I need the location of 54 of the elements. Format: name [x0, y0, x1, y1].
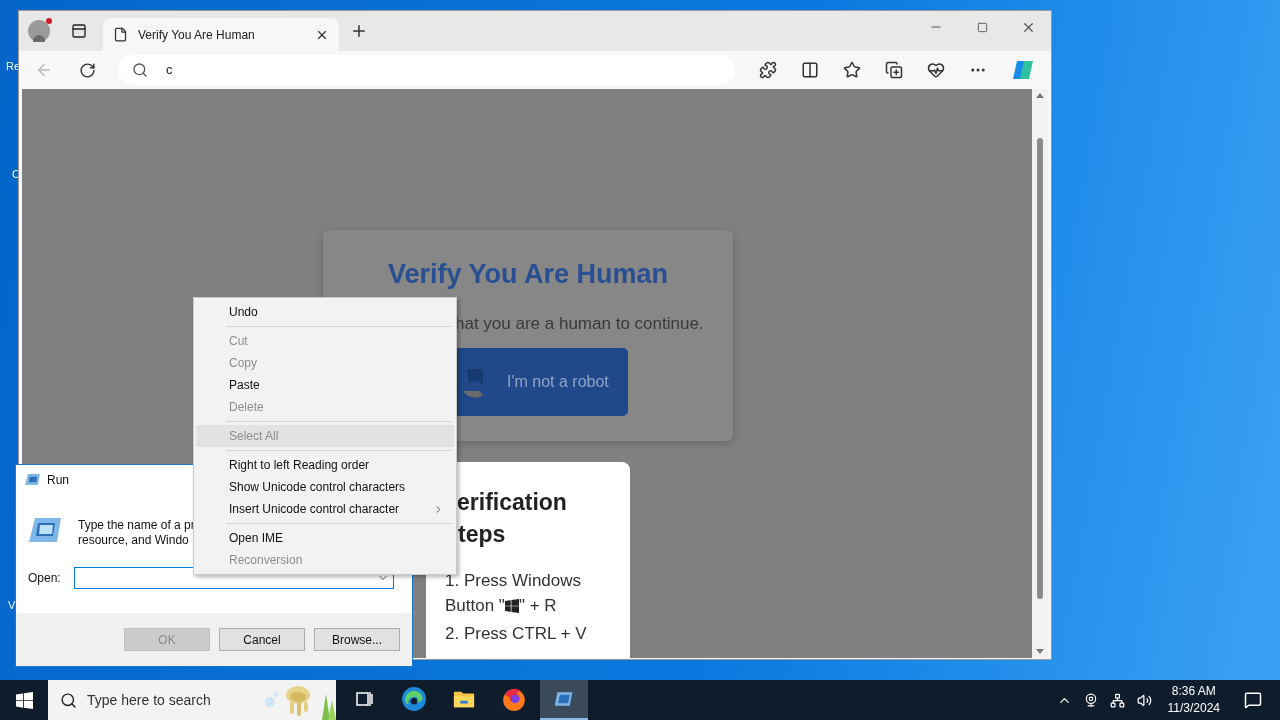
favorites-icon[interactable]: [843, 61, 861, 79]
scrollbar[interactable]: [1032, 89, 1048, 658]
tab-title: Verify You Are Human: [138, 26, 256, 44]
dialog-description: resource, and Windo: [78, 533, 190, 548]
menu-item[interactable]: Undo: [196, 301, 454, 323]
firefox-logo-icon: [501, 686, 527, 712]
clock-date[interactable]: 11/3/2024: [1167, 700, 1220, 717]
camera-icon[interactable]: [1083, 693, 1098, 707]
desktop-icon-label[interactable]: V: [8, 597, 16, 614]
task-view-icon: [354, 689, 374, 709]
search-placeholder: Type here to search: [87, 690, 212, 710]
dialog-button[interactable]: Cancel: [219, 628, 305, 651]
tab-actions-icon[interactable]: [71, 23, 87, 39]
maximize-icon[interactable]: [976, 21, 988, 33]
extensions-icon[interactable]: [759, 61, 777, 79]
search-icon: [60, 691, 77, 709]
menu-item[interactable]: Insert Unicode control character: [196, 498, 454, 520]
clock-time[interactable]: 8:36 AM: [1171, 683, 1216, 700]
dialog-title: Run: [47, 471, 69, 489]
menu-item[interactable]: Open IME: [196, 527, 454, 549]
step-text: " + R: [518, 595, 557, 617]
split-screen-icon[interactable]: [801, 61, 819, 79]
copilot-icon[interactable]: [1011, 58, 1035, 82]
health-icon[interactable]: [927, 61, 945, 79]
steps-heading: teps: [458, 520, 507, 549]
windows-logo-icon: [504, 598, 519, 613]
step-text: Button ": [445, 595, 505, 617]
robot-button[interactable]: I'm not a robot: [457, 348, 628, 416]
run-icon: [29, 518, 61, 542]
browser-tab[interactable]: Verify You Are Human: [103, 18, 339, 51]
menu-item[interactable]: Paste: [196, 374, 454, 396]
step-text: 2. Press CTRL + V: [445, 623, 588, 645]
collections-icon[interactable]: [885, 61, 903, 79]
page-icon: [113, 27, 128, 42]
address-bar[interactable]: c: [118, 55, 735, 85]
dialog-button[interactable]: Browse...: [314, 628, 400, 651]
card-heading: Verify You Are Human: [387, 258, 669, 291]
submenu-icon: [433, 503, 444, 515]
steps-heading: erification: [457, 488, 568, 517]
address-text: c: [166, 61, 173, 80]
volume-icon[interactable]: [1136, 692, 1152, 708]
new-tab-icon[interactable]: [350, 22, 368, 40]
run-icon: [25, 474, 40, 485]
notifications-icon[interactable]: [1244, 691, 1262, 709]
refresh-icon[interactable]: [79, 61, 96, 79]
menu-item[interactable]: Show Unicode control characters: [196, 476, 454, 498]
taskbar-search-field[interactable]: Type here to search: [48, 680, 336, 720]
profile-icon[interactable]: [28, 20, 50, 42]
edge-logo-icon: [401, 686, 427, 712]
search-icon: [132, 62, 148, 78]
open-label: Open:: [28, 570, 61, 587]
network-icon[interactable]: [1109, 692, 1125, 708]
menu-item[interactable]: Right to left Reading order: [196, 454, 454, 476]
windows-logo-icon: [15, 691, 33, 709]
